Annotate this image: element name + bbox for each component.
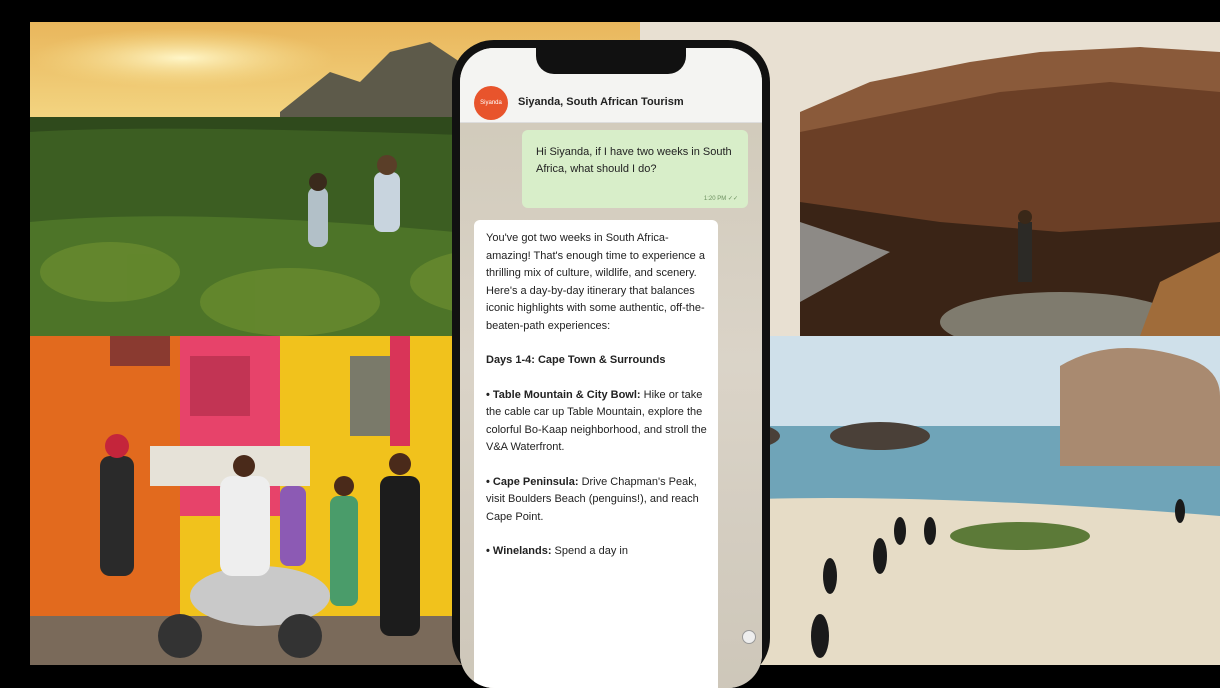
reply-item-cape-peninsula: • Cape Peninsula: Drive Chapman's Peak, … bbox=[486, 474, 708, 527]
phone-mockup: Siyanda Siyanda, South African Tourism H… bbox=[452, 40, 770, 688]
contact-avatar[interactable]: Siyanda bbox=[474, 86, 508, 120]
item-title: • Cape Peninsula: bbox=[486, 475, 579, 488]
outgoing-message-text: Hi Siyanda, if I have two weeks in South… bbox=[536, 146, 732, 175]
outgoing-message-bubble: Hi Siyanda, if I have two weeks in South… bbox=[522, 130, 748, 208]
contact-name: Siyanda, South African Tourism bbox=[518, 96, 684, 108]
reply-item-table-mountain: • Table Mountain & City Bowl: Hike or ta… bbox=[486, 387, 708, 457]
avatar-label: Siyanda bbox=[480, 100, 502, 106]
phone-notch bbox=[536, 48, 686, 74]
incoming-message-bubble: You've got two weeks in South Africa-ama… bbox=[474, 220, 718, 688]
reply-intro: You've got two weeks in South Africa-ama… bbox=[486, 232, 705, 332]
reply-section-title: Days 1-4: Cape Town & Surrounds bbox=[486, 354, 666, 366]
item-title: • Winelands: bbox=[486, 545, 552, 557]
item-text: Spend a day in bbox=[554, 545, 628, 557]
reply-item-winelands: • Winelands: Spend a day in bbox=[486, 543, 708, 561]
item-title: • Table Mountain & City Bowl: bbox=[486, 388, 641, 401]
scroll-down-icon[interactable] bbox=[742, 630, 756, 644]
chat-screen: Siyanda Siyanda, South African Tourism H… bbox=[460, 48, 762, 688]
message-timestamp: 1:20 PM ✓✓ bbox=[703, 196, 738, 202]
